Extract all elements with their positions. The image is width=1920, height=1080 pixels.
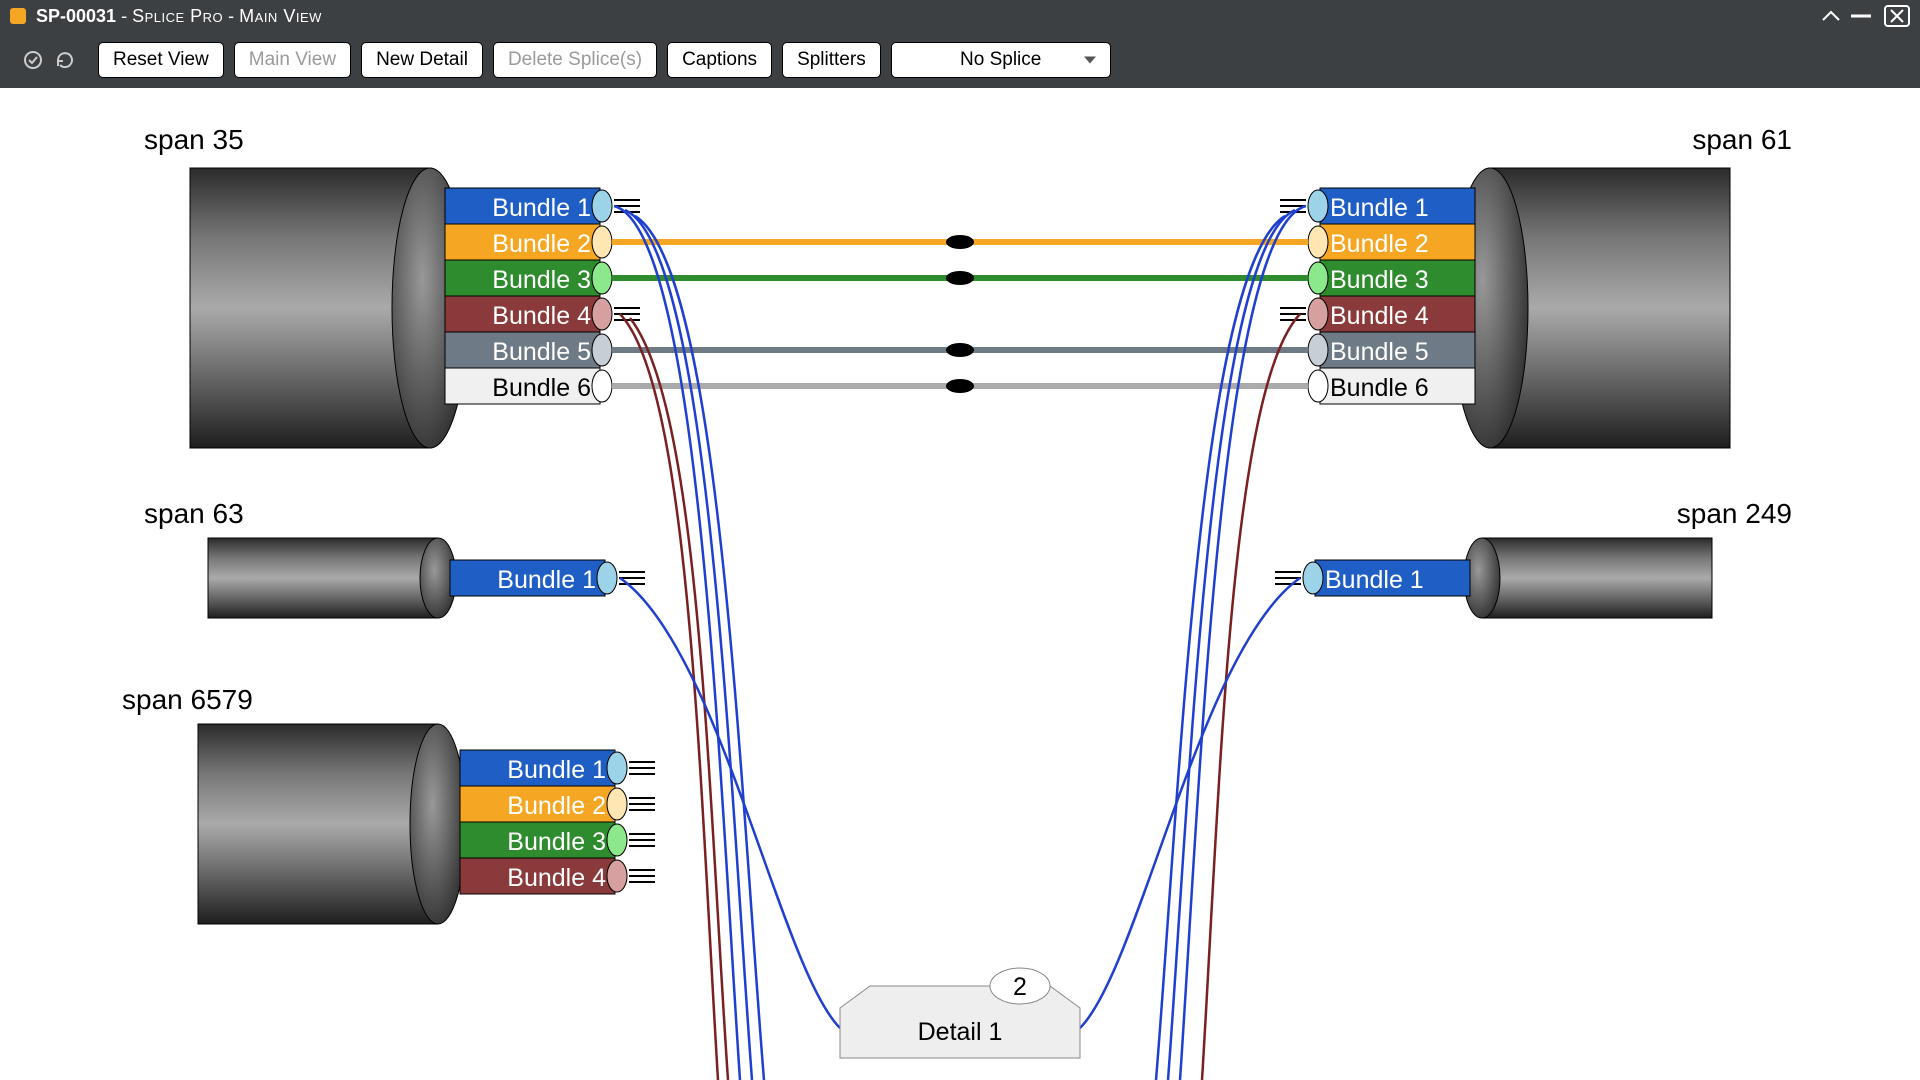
detail-box[interactable]: 2 Detail 1 [840, 968, 1080, 1058]
delete-splice-button: Delete Splice(s) [493, 42, 657, 78]
captions-button[interactable]: Captions [667, 42, 772, 78]
approve-icon[interactable] [22, 49, 44, 71]
bundle-row[interactable]: Bundle 5 [445, 332, 612, 368]
svg-text:Bundle 4: Bundle 4 [507, 864, 606, 892]
svg-text:Bundle 3: Bundle 3 [507, 828, 606, 856]
toolbar: Reset View Main View New Detail Delete S… [0, 32, 1920, 88]
app-logo-icon [10, 8, 26, 24]
cable-span-35[interactable]: Bundle 1 Bundle 2 Bundle 3 Bundle 4 Bund… [190, 168, 640, 448]
new-detail-button[interactable]: New Detail [361, 42, 483, 78]
svg-text:Bundle 1: Bundle 1 [1330, 194, 1429, 222]
bundle-row[interactable]: Bundle 1 [1280, 188, 1475, 224]
main-view-button: Main View [234, 42, 351, 78]
svg-text:Bundle 1: Bundle 1 [507, 756, 606, 784]
bundle-row[interactable]: Bundle 3 [1308, 260, 1475, 296]
svg-text:Bundle 4: Bundle 4 [492, 302, 591, 330]
cable-span-6579[interactable]: Bundle 1 Bundle 2 Bundle 3 Bundle 4 [198, 724, 655, 924]
cable-span-63[interactable]: Bundle 1 [208, 538, 645, 618]
svg-text:Bundle 4: Bundle 4 [1330, 302, 1429, 330]
svg-text:Bundle 6: Bundle 6 [492, 374, 591, 402]
bundle-row[interactable]: Bundle 5 [1308, 332, 1475, 368]
diagram-svg: Bundle 1 Bundle 2 Bundle 3 Bundle 4 Bund… [0, 88, 1920, 1080]
view-name: Main View [239, 6, 322, 27]
svg-text:Bundle 5: Bundle 5 [1330, 338, 1429, 366]
svg-text:Bundle 1: Bundle 1 [1325, 566, 1424, 594]
reset-view-button[interactable]: Reset View [98, 42, 224, 78]
bundle-row[interactable]: Bundle 1 [445, 188, 640, 224]
detail-name: Detail 1 [918, 1018, 1003, 1046]
collapse-icon[interactable] [1816, 4, 1846, 28]
svg-text:Bundle 1: Bundle 1 [497, 566, 596, 594]
svg-text:Bundle 3: Bundle 3 [1330, 266, 1429, 294]
svg-text:Bundle 3: Bundle 3 [492, 266, 591, 294]
document-id: SP-00031 [36, 6, 116, 27]
app-name: Splice Pro [132, 6, 223, 27]
splice-lines [612, 235, 1308, 393]
svg-text:Bundle 2: Bundle 2 [507, 792, 606, 820]
splice-mode-dropdown[interactable]: No Splice [891, 42, 1111, 78]
bundle-row[interactable]: Bundle 3 [445, 260, 612, 296]
svg-text:Bundle 6: Bundle 6 [1330, 374, 1429, 402]
bundle-row[interactable]: Bundle 2 [445, 224, 612, 260]
cable-span-61[interactable]: Bundle 1 Bundle 2 Bundle 3 Bundle 4 Bund… [1280, 168, 1730, 448]
svg-text:Bundle 1: Bundle 1 [492, 194, 591, 222]
bundle-row[interactable]: Bundle 6 [1308, 368, 1475, 404]
bundle-row[interactable]: Bundle 2 [1308, 224, 1475, 260]
svg-text:Bundle 2: Bundle 2 [1330, 230, 1429, 258]
refresh-icon[interactable] [54, 49, 76, 71]
bundle-row[interactable]: Bundle 4 [445, 296, 640, 332]
detail-count: 2 [1013, 973, 1027, 1001]
bundle-row[interactable]: Bundle 6 [445, 368, 612, 404]
svg-text:Bundle 5: Bundle 5 [492, 338, 591, 366]
fiber-curves [614, 206, 1306, 1080]
svg-text:Bundle 2: Bundle 2 [492, 230, 591, 258]
diagram-canvas[interactable]: span 35 span 61 span 63 span 249 span 65… [0, 88, 1920, 1080]
splice-mode-value: No Splice [960, 49, 1041, 70]
close-icon[interactable] [1884, 5, 1910, 27]
minimize-icon[interactable] [1846, 4, 1876, 28]
titlebar: SP-00031 - Splice Pro - Main View [0, 0, 1920, 32]
cable-span-249[interactable]: Bundle 1 [1275, 538, 1712, 618]
bundle-row[interactable]: Bundle 4 [1280, 296, 1475, 332]
splitters-button[interactable]: Splitters [782, 42, 881, 78]
